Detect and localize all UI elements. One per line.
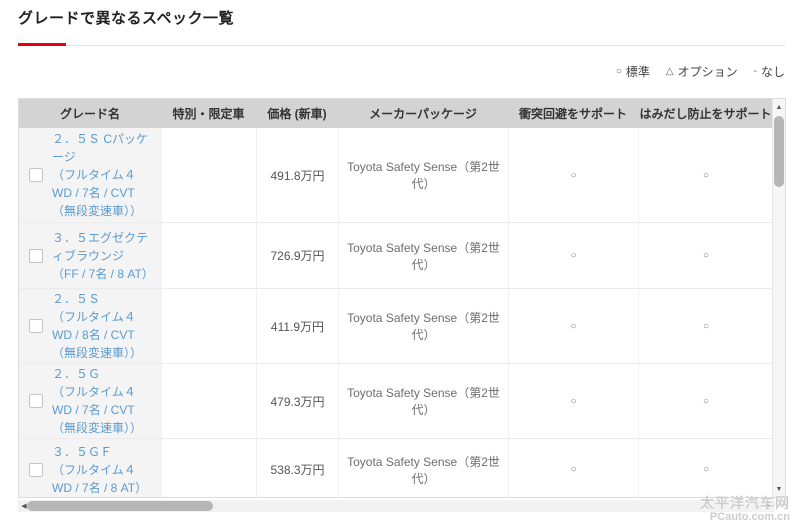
special-cell	[161, 289, 256, 363]
table-row: ２．５Ｓ （フルタイム４WD / 8名 / CVT（無段変速車）） 411.9万…	[19, 288, 773, 363]
grade-link[interactable]: ２．５Ｓ Cパッケージ （フルタイム４WD / 7名 / CVT（無段変速車））	[52, 130, 155, 220]
grade-name: ２．５Ｇ	[52, 365, 155, 383]
row-checkbox[interactable]	[29, 463, 43, 477]
lane-mark-cell: ○	[638, 364, 773, 438]
lane-mark-cell: ○	[638, 128, 773, 222]
grade-name: ３．５ＧＦ	[52, 443, 155, 461]
horizontal-scrollbar[interactable]: ◀ ▶	[18, 500, 775, 512]
legend-item-standard: ○ 標準	[616, 63, 650, 80]
table-body: ２．５Ｓ Cパッケージ （フルタイム４WD / 7名 / CVT（無段変速車））…	[19, 128, 773, 498]
column-header-price: 価格 (新車)	[256, 105, 338, 122]
grade-spec: （フルタイム４WD / 8名 / CVT（無段変速車））	[52, 308, 155, 362]
option-mark-icon: △	[666, 66, 674, 77]
row-checkbox[interactable]	[29, 319, 43, 333]
price-cell: 491.8万円	[256, 128, 338, 222]
grade-name: ２．５Ｓ Cパッケージ	[52, 130, 155, 166]
package-cell: Toyota Safety Sense（第2世代）	[338, 289, 508, 363]
scroll-right-icon[interactable]: ▶	[763, 500, 775, 512]
lane-mark-cell: ○	[638, 439, 773, 498]
row-checkbox[interactable]	[29, 168, 43, 182]
page-title: グレードで異なるスペック一覧	[18, 7, 234, 28]
grade-cell: ３．５ＧＦ （フルタイム４WD / 7名 / 8 AT）	[19, 439, 161, 498]
package-cell: Toyota Safety Sense（第2世代）	[338, 439, 508, 498]
collision-mark-cell: ○	[508, 128, 638, 222]
package-cell: Toyota Safety Sense（第2世代）	[338, 364, 508, 438]
grade-cell: ２．５Ｓ （フルタイム４WD / 8名 / CVT（無段変速車））	[19, 289, 161, 363]
grade-spec: （フルタイム４WD / 7名 / 8 AT）	[52, 461, 155, 497]
legend-label: 標準	[626, 63, 650, 80]
row-checkbox[interactable]	[29, 249, 43, 263]
grade-link[interactable]: ２．５Ｇ （フルタイム４WD / 7名 / CVT（無段変速車））	[52, 365, 155, 437]
column-header-lane: はみだし防止をサポート	[638, 105, 773, 122]
horizontal-scrollbar-thumb[interactable]	[27, 501, 213, 511]
none-mark-icon: -	[754, 66, 757, 77]
grade-name: ２．５Ｓ	[52, 290, 155, 308]
legend-label: なし	[761, 63, 785, 80]
price-cell: 538.3万円	[256, 439, 338, 498]
special-cell	[161, 128, 256, 222]
scroll-up-icon[interactable]: ▲	[773, 100, 785, 114]
table-header-row: グレード名 特別・限定車 価格 (新車) メーカーパッケージ 衝突回避をサポート…	[19, 99, 773, 128]
price-cell: 726.9万円	[256, 223, 338, 288]
grade-cell: ３．５エグゼクティブラウンジ （FF / 7名 / 8 AT）	[19, 223, 161, 288]
table-row: ３．５ＧＦ （フルタイム４WD / 7名 / 8 AT） 538.3万円 Toy…	[19, 438, 773, 498]
legend-item-option: △ オプション	[666, 63, 738, 80]
collision-mark-cell: ○	[508, 439, 638, 498]
package-cell: Toyota Safety Sense（第2世代）	[338, 223, 508, 288]
grade-cell: ２．５Ｓ Cパッケージ （フルタイム４WD / 7名 / CVT（無段変速車））	[19, 128, 161, 222]
standard-mark-icon: ○	[616, 66, 622, 77]
special-cell	[161, 439, 256, 498]
collision-mark-cell: ○	[508, 223, 638, 288]
grade-name: ３．５エグゼクティブラウンジ	[52, 229, 155, 265]
legend-label: オプション	[678, 63, 738, 80]
grade-link[interactable]: ２．５Ｓ （フルタイム４WD / 8名 / CVT（無段変速車））	[52, 290, 155, 362]
lane-mark-cell: ○	[638, 289, 773, 363]
scroll-down-icon[interactable]: ▼	[773, 482, 785, 496]
spec-table: グレード名 特別・限定車 価格 (新車) メーカーパッケージ 衝突回避をサポート…	[18, 98, 786, 498]
table-row: ３．５エグゼクティブラウンジ （FF / 7名 / 8 AT） 726.9万円 …	[19, 222, 773, 288]
price-cell: 479.3万円	[256, 364, 338, 438]
column-header-collision: 衝突回避をサポート	[508, 105, 638, 122]
table-row: ２．５Ｓ Cパッケージ （フルタイム４WD / 7名 / CVT（無段変速車））…	[19, 128, 773, 222]
title-accent-bar	[18, 43, 66, 46]
grade-spec: （FF / 7名 / 8 AT）	[52, 265, 155, 283]
grade-cell: ２．５Ｇ （フルタイム４WD / 7名 / CVT（無段変速車））	[19, 364, 161, 438]
vertical-scrollbar-thumb[interactable]	[774, 116, 784, 187]
special-cell	[161, 223, 256, 288]
column-header-grade: グレード名	[19, 105, 161, 122]
column-header-package: メーカーパッケージ	[338, 105, 508, 122]
legend: ○ 標準 △ オプション - なし	[616, 63, 785, 80]
vertical-scrollbar[interactable]: ▲ ▼	[772, 99, 785, 497]
grade-link[interactable]: ３．５エグゼクティブラウンジ （FF / 7名 / 8 AT）	[52, 229, 155, 283]
special-cell	[161, 364, 256, 438]
grade-spec: （フルタイム４WD / 7名 / CVT（無段変速車））	[52, 383, 155, 437]
legend-item-none: - なし	[754, 63, 785, 80]
table-row: ２．５Ｇ （フルタイム４WD / 7名 / CVT（無段変速車）） 479.3万…	[19, 363, 773, 438]
grade-link[interactable]: ３．５ＧＦ （フルタイム４WD / 7名 / 8 AT）	[52, 443, 155, 497]
price-cell: 411.9万円	[256, 289, 338, 363]
title-divider	[18, 45, 785, 46]
package-cell: Toyota Safety Sense（第2世代）	[338, 128, 508, 222]
column-header-special: 特別・限定車	[161, 105, 256, 122]
lane-mark-cell: ○	[638, 223, 773, 288]
watermark-line2: PCauto.com.cn	[700, 511, 790, 524]
row-checkbox[interactable]	[29, 394, 43, 408]
collision-mark-cell: ○	[508, 364, 638, 438]
grade-spec: （フルタイム４WD / 7名 / CVT（無段変速車））	[52, 166, 155, 220]
collision-mark-cell: ○	[508, 289, 638, 363]
